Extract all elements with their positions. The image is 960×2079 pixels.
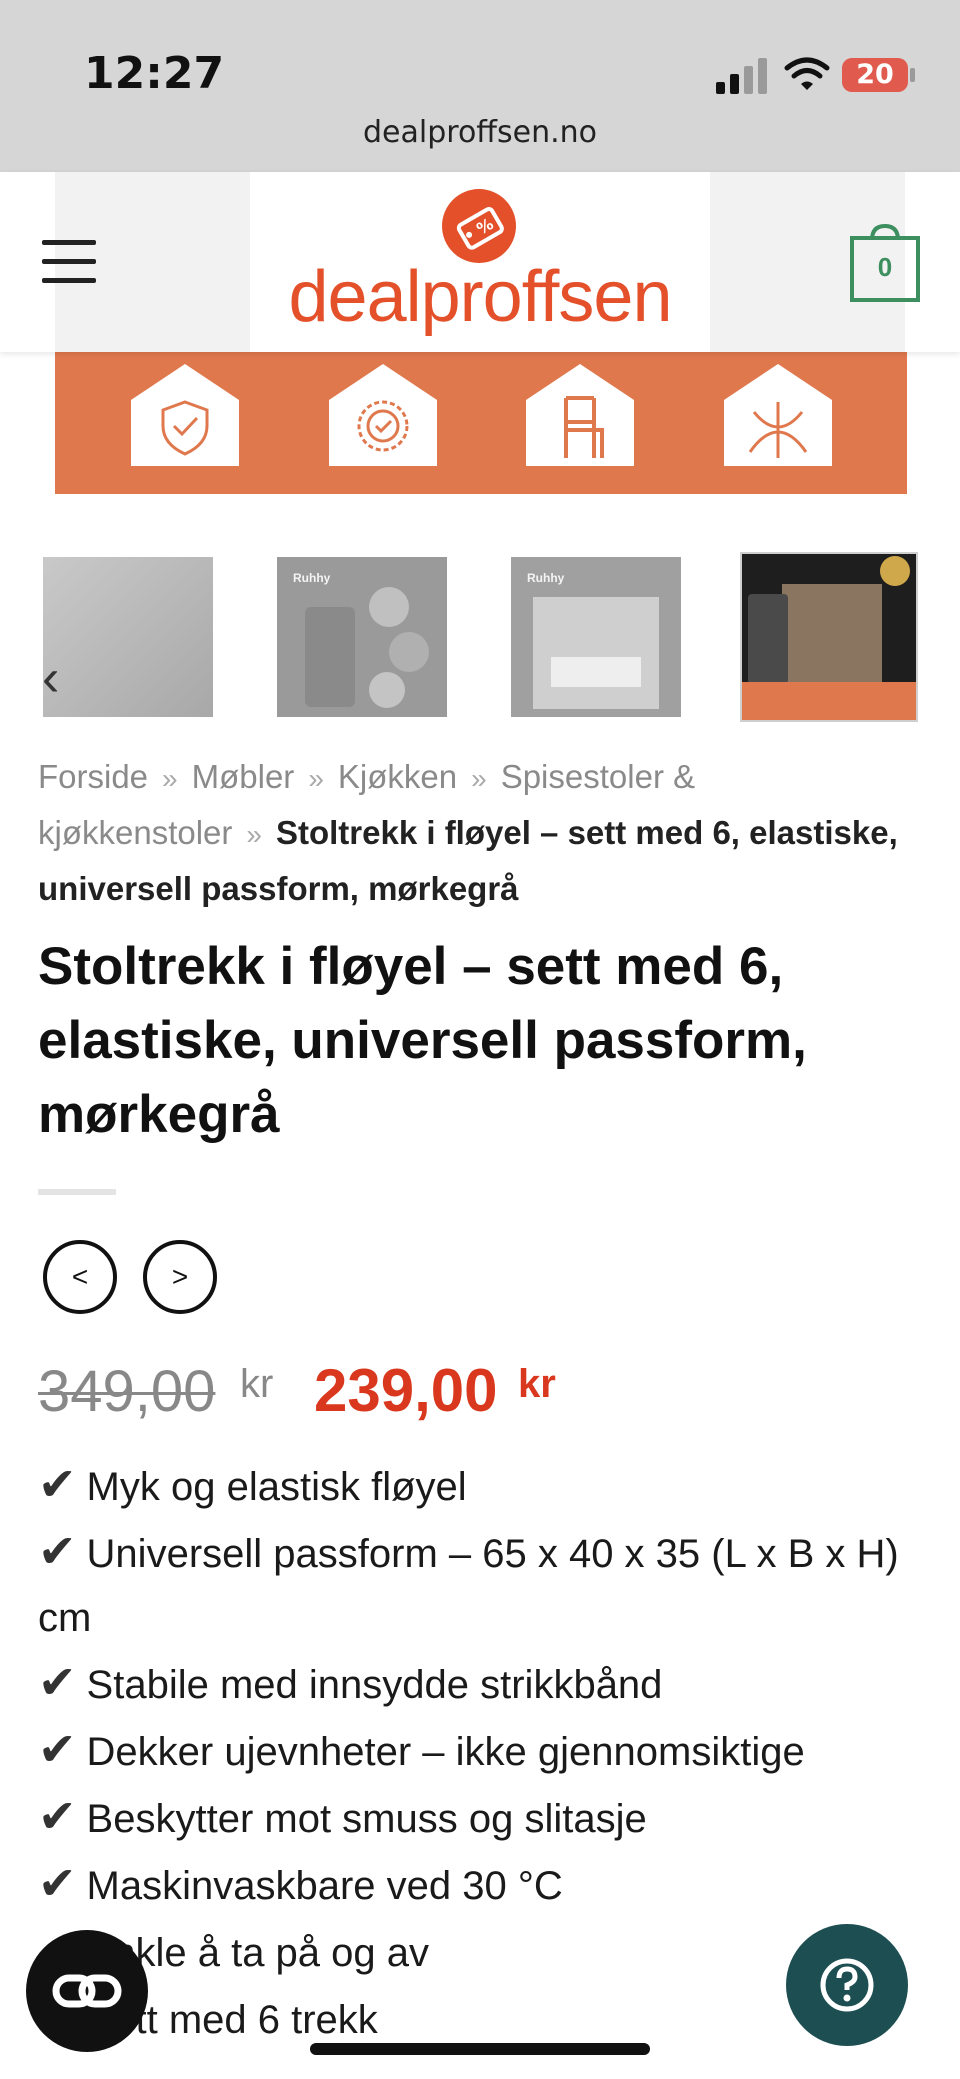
chevron-left-icon[interactable]: ‹	[42, 648, 59, 708]
chat-button[interactable]	[26, 1930, 148, 2052]
sale-price: 239,00	[314, 1357, 498, 1424]
badge-check-icon	[329, 364, 437, 466]
feature-text: Myk og elastisk fløyel	[86, 1465, 467, 1509]
room-image	[533, 597, 659, 709]
breadcrumb-separator: »	[162, 763, 178, 794]
home-indicator	[310, 2043, 650, 2055]
detail-circle	[369, 587, 409, 627]
breadcrumb-separator: »	[246, 819, 262, 850]
feature-item: ✔ Stabile med innsydde strikkbånd	[38, 1650, 918, 1717]
breadcrumb: Forside» Møbler» Kjøkken» Spisestoler & kjø…	[38, 750, 918, 916]
checkmark-icon: ✔	[38, 1656, 77, 1708]
help-button[interactable]	[786, 1924, 908, 2046]
checkmark-icon: ✔	[38, 1790, 77, 1842]
feature-item: ✔ Dekker ujevnheter – ikke gjennomsiktige	[38, 1717, 918, 1784]
status-time: 12:27	[84, 48, 225, 99]
thumbnail-product-details[interactable]: Ruhhy	[277, 557, 447, 717]
price-tag-icon: %	[442, 189, 516, 263]
chevron-left-icon: <	[71, 1261, 89, 1292]
orange-strip	[742, 682, 916, 720]
old-price: 349,00	[38, 1359, 216, 1424]
cart-count: 0	[877, 252, 893, 282]
checkmark-icon: ✔	[38, 1857, 77, 1909]
detail-circle	[389, 632, 429, 672]
checkmark-icon: ✔	[38, 1458, 77, 1510]
elastic-icon	[724, 364, 832, 466]
sale-price-currency: kr	[518, 1362, 556, 1406]
thumbnail-gallery: Ruhhy Ruhhy	[0, 552, 960, 722]
checkmark-icon: ✔	[38, 1525, 77, 1577]
shield-check-icon	[131, 364, 239, 466]
thumbnail-dining-room[interactable]: Ruhhy	[511, 557, 681, 717]
hamburger-icon	[42, 259, 96, 264]
cellular-signal-icon	[716, 58, 767, 94]
room-image	[782, 584, 882, 684]
wifi-icon	[784, 57, 830, 90]
hamburger-icon	[42, 240, 96, 245]
menu-button[interactable]	[42, 240, 96, 284]
detail-circle	[369, 672, 405, 708]
previous-product-button[interactable]: <	[43, 1240, 117, 1314]
thumbnail-label: Ruhhy	[293, 571, 331, 585]
chair-icon	[526, 364, 634, 466]
feature-text: Beskytter mot smuss og slitasje	[86, 1797, 647, 1841]
site-header: % dealproffsen 0	[0, 172, 960, 352]
feature-item: ✔ Universell passform – 65 x 40 x 35 (L x…	[38, 1519, 918, 1650]
chevron-right-icon: >	[171, 1261, 189, 1292]
battery-indicator: 20	[842, 58, 908, 92]
link-icon	[52, 1974, 122, 2008]
site-logo[interactable]: % dealproffsen	[252, 172, 708, 347]
breadcrumb-separator: »	[471, 763, 487, 794]
status-bar: 12:27 20 dealproffsen.no	[0, 0, 960, 172]
thumbnail-product-banner[interactable]	[740, 552, 918, 722]
breadcrumb-link[interactable]: Kjøkken	[338, 758, 457, 795]
chair-image	[748, 594, 788, 684]
breadcrumb-separator: »	[308, 763, 324, 794]
moon-image	[880, 556, 910, 586]
question-icon	[820, 1958, 874, 2012]
breadcrumb-link[interactable]: Forside	[38, 758, 148, 795]
thumbnail-label: Ruhhy	[527, 571, 565, 585]
feature-item: ✔ Maskinvaskbare ved 30 °C	[38, 1851, 918, 1918]
old-price-currency: kr	[240, 1362, 274, 1406]
feature-text: Stabile med innsydde strikkbånd	[86, 1663, 663, 1707]
table-image	[551, 657, 641, 687]
logo-text: dealproffsen	[288, 257, 673, 337]
address-bar[interactable]: dealproffsen.no	[0, 115, 960, 150]
feature-text: Universell passform – 65 x 40 x 35 (L x …	[38, 1532, 899, 1640]
product-image-banner	[55, 352, 907, 494]
breadcrumb-link[interactable]: Møbler	[192, 758, 295, 795]
battery-tip	[910, 68, 915, 82]
title-divider	[38, 1189, 116, 1195]
checkmark-icon: ✔	[38, 1723, 77, 1775]
feature-text: Maskinvaskbare ved 30 °C	[86, 1864, 563, 1908]
feature-text: Dekker ujevnheter – ikke gjennomsiktige	[86, 1730, 805, 1774]
thumbnail-fabric[interactable]	[43, 557, 213, 717]
chair-image	[305, 607, 355, 707]
feature-item: ✔ Beskytter mot smuss og slitasje	[38, 1784, 918, 1851]
product-title: Stoltrekk i fløyel – sett med 6, elastis…	[38, 937, 807, 1144]
next-product-button[interactable]: >	[143, 1240, 217, 1314]
feature-item: ✔ Myk og elastisk fløyel	[38, 1452, 918, 1519]
hamburger-icon	[42, 278, 96, 283]
cart-button[interactable]: 0	[850, 224, 920, 302]
